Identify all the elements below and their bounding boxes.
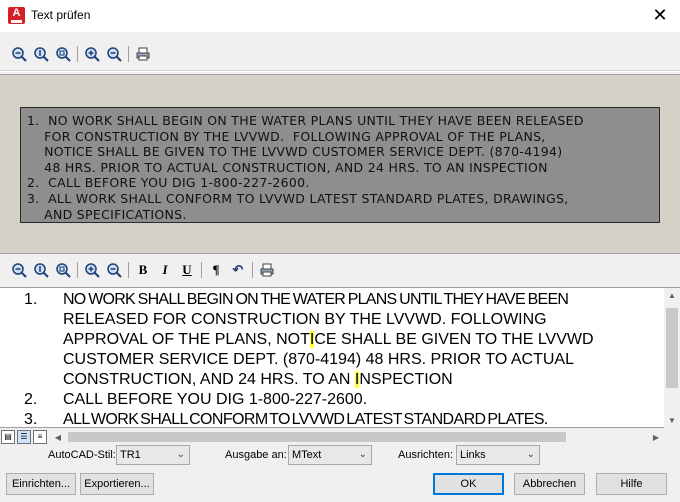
horizontal-scroll-thumb[interactable] — [68, 432, 566, 442]
chevron-down-icon: ⌄ — [358, 449, 367, 460]
setup-button[interactable]: Einrichten... — [6, 473, 76, 495]
preview-line: 1. NO WORK SHALL BEGIN ON THE WATER PLAN… — [27, 113, 584, 128]
zoom-window-icon[interactable] — [52, 260, 74, 280]
preview-line: 48 HRS. PRIOR TO ACTUAL CONSTRUCTION, AN… — [27, 159, 548, 175]
toolbar-separator — [128, 262, 129, 278]
autocad-app-icon: A — [8, 7, 25, 24]
toolbar-divider — [0, 70, 680, 72]
preview-line: NOTICE SHALL BE GIVEN TO THE LVVWD CUSTO… — [27, 144, 563, 160]
list-number: 2. — [24, 391, 38, 408]
editor-line: ALL WORK SHALL CONFORM TO LVVWD LATEST S… — [63, 411, 548, 428]
output-select[interactable]: MText ⌄ — [288, 445, 372, 465]
chevron-down-icon: ⌄ — [176, 449, 185, 460]
output-label: Ausgabe an: — [225, 449, 287, 461]
align-select[interactable]: Links ⌄ — [456, 445, 540, 465]
scanned-text-image: 1. NO WORK SHALL BEGIN ON THE WATER PLAN… — [20, 107, 660, 223]
preview-line: AND SPECIFICATIONS. — [27, 206, 187, 222]
scroll-left-icon[interactable]: ◀ — [50, 433, 66, 442]
cancel-button[interactable]: Abbrechen — [514, 473, 585, 495]
preview-line: FOR CONSTRUCTION BY THE LVVWD. FOLLOWING… — [27, 128, 546, 144]
title-bar: A Text prüfen ✕ — [0, 0, 680, 32]
window-title: Text prüfen — [31, 8, 91, 22]
underline-button[interactable]: U — [176, 260, 198, 280]
preview-toolbar — [0, 42, 154, 66]
toolbar-separator — [77, 46, 78, 62]
zoom-extents-icon[interactable] — [30, 260, 52, 280]
help-button[interactable]: Hilfe — [596, 473, 667, 495]
ok-button[interactable]: OK — [433, 473, 504, 495]
zoom-in-icon[interactable] — [81, 260, 103, 280]
paragraph-icon[interactable]: ¶ — [205, 260, 227, 280]
bold-button[interactable]: B — [132, 260, 154, 280]
editor-line: CALL BEFORE YOU DIG 1-800-227-2600. — [63, 391, 368, 408]
toolbar-separator — [128, 46, 129, 62]
editor-line: CONSTRUCTION, AND 24 HRS. TO AN INSPECTI… — [63, 371, 453, 388]
vertical-scrollbar[interactable]: ▲ ▼ — [664, 288, 680, 428]
zoom-out-icon[interactable] — [8, 260, 30, 280]
zoom-minus-icon[interactable] — [103, 44, 125, 64]
zoom-in-icon[interactable] — [81, 44, 103, 64]
chevron-down-icon: ⌄ — [526, 449, 535, 460]
zoom-minus-icon[interactable] — [103, 260, 125, 280]
editor-line: RELEASED FOR CONSTRUCTION BY THE LVVWD. … — [63, 311, 547, 328]
export-button[interactable]: Exportieren... — [80, 473, 154, 495]
editor-line: NO WORK SHALL BEGIN ON THE WATER PLANS U… — [63, 291, 569, 308]
scroll-down-icon[interactable]: ▼ — [664, 416, 680, 425]
toolbar-separator — [77, 262, 78, 278]
print-icon[interactable] — [256, 260, 278, 280]
view-mode-icon[interactable]: ▤ — [1, 430, 15, 444]
image-preview-pane[interactable]: 1. NO WORK SHALL BEGIN ON THE WATER PLAN… — [0, 74, 680, 254]
editor-line: CUSTOMER SERVICE DEPT. (870-4194) 48 HRS… — [63, 351, 574, 368]
text-editor[interactable]: 1. NO WORK SHALL BEGIN ON THE WATER PLAN… — [0, 287, 680, 428]
scroll-up-icon[interactable]: ▲ — [664, 291, 680, 300]
zoom-window-icon[interactable] — [52, 44, 74, 64]
view-mode-icon[interactable]: ≡ — [33, 430, 47, 444]
editor-toolbar: B I U ¶ ↶ — [0, 258, 278, 282]
preview-line: 3. ALL WORK SHALL CONFORM TO LVVWD LATES… — [27, 190, 569, 206]
scroll-thumb[interactable] — [666, 308, 678, 388]
style-label: AutoCAD-Stil: — [48, 449, 116, 461]
list-number: 3. — [24, 411, 38, 428]
editor-line: APPROVAL OF THE PLANS, NOTICE SHALL BE G… — [63, 331, 594, 348]
scroll-right-icon[interactable]: ▶ — [648, 433, 664, 442]
align-label: Ausrichten: — [398, 449, 454, 461]
zoom-out-icon[interactable] — [8, 44, 30, 64]
undo-icon[interactable]: ↶ — [227, 260, 249, 280]
close-icon[interactable]: ✕ — [648, 4, 672, 26]
toolbar-separator — [201, 262, 202, 278]
style-select[interactable]: TR1 ⌄ — [116, 445, 190, 465]
toolbar-separator — [252, 262, 253, 278]
view-mode-icon[interactable]: ☰ — [17, 430, 31, 444]
zoom-extents-icon[interactable] — [30, 44, 52, 64]
italic-button[interactable]: I — [154, 260, 176, 280]
list-number: 1. — [24, 291, 38, 308]
print-icon[interactable] — [132, 44, 154, 64]
preview-line: 2. CALL BEFORE YOU DIG 1-800-227-2600. — [27, 175, 310, 191]
